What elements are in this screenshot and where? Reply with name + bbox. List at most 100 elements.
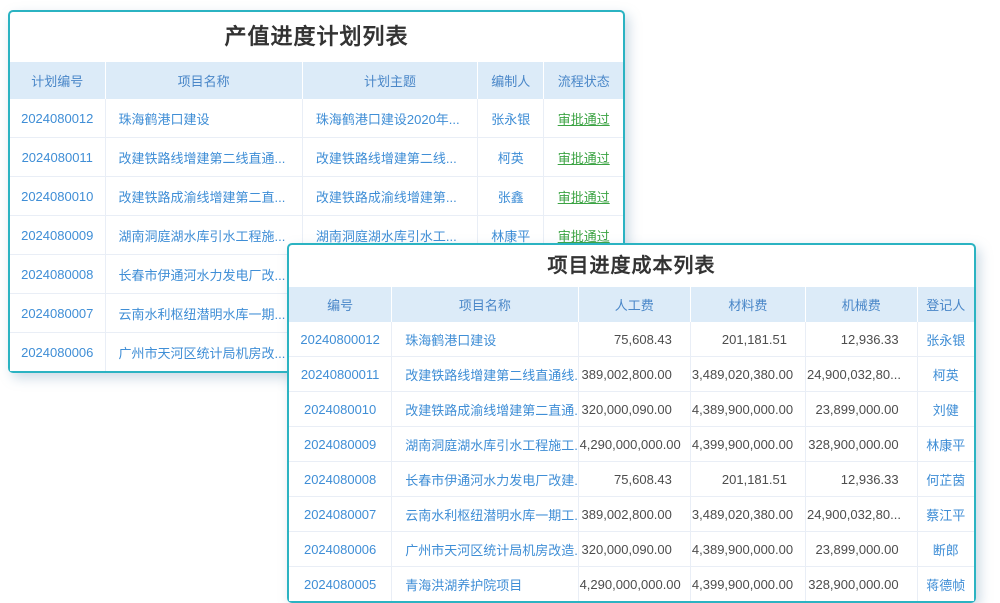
material-cost-cell: 4,389,900,000.00 [690, 532, 805, 567]
material-cost-cell: 201,181.51 [690, 322, 805, 357]
plan-id-cell[interactable]: 2024080012 [10, 99, 105, 138]
project-name-cell[interactable]: 云南水利枢纽潜明水库一期工... [392, 497, 578, 532]
project-name-cell[interactable]: 珠海鹤港口建设 [105, 99, 302, 138]
cost-id-cell[interactable]: 2024080006 [289, 532, 392, 567]
plan-subject-cell[interactable]: 改建铁路线增建第二线... [302, 138, 477, 177]
table-row: 20240800012珠海鹤港口建设75,608.43201,181.5112,… [289, 322, 974, 357]
labor-cost-cell: 4,290,000,000.00 [578, 567, 690, 602]
project-name-cell[interactable]: 青海洪湖养护院项目 [392, 567, 578, 602]
machine-cost-cell: 23,899,000.00 [805, 392, 917, 427]
table-row: 2024080010改建铁路成渝线增建第二直通...320,000,090.00… [289, 392, 974, 427]
registrant-cell: 林康平 [917, 427, 974, 462]
project-name-cell[interactable]: 云南水利枢纽潜明水库一期... [105, 294, 302, 333]
machine-cost-cell: 328,900,000.00 [805, 427, 917, 462]
cost-id-cell[interactable]: 20240800011 [289, 357, 392, 392]
labor-cost-header: 人工费 [578, 287, 690, 322]
machine-cost-cell: 328,900,000.00 [805, 567, 917, 602]
labor-cost-cell: 75,608.43 [578, 322, 690, 357]
compiler-header: 编制人 [478, 62, 544, 99]
machine-cost-header: 机械费 [805, 287, 917, 322]
header-row: 计划编号项目名称计划主题编制人流程状态 [10, 62, 623, 99]
table-row: 2024080011改建铁路线增建第二线直通...改建铁路线增建第二线...柯英… [10, 138, 623, 177]
project-name-cell[interactable]: 改建铁路线增建第二线直通线... [392, 357, 578, 392]
cost-id-cell[interactable]: 2024080010 [289, 392, 392, 427]
cost-id-cell[interactable]: 20240800012 [289, 322, 392, 357]
table-row: 2024080008长春市伊通河水力发电厂改建...75,608.43201,1… [289, 462, 974, 497]
registrant-cell: 柯英 [917, 357, 974, 392]
registrant-cell: 蒋德帧 [917, 567, 974, 602]
table-row: 2024080007云南水利枢纽潜明水库一期工...389,002,800.00… [289, 497, 974, 532]
cost-list-table: 编号项目名称人工费材料费机械费登记人20240800012珠海鹤港口建设75,6… [289, 287, 974, 601]
plan-id-cell[interactable]: 2024080008 [10, 255, 105, 294]
cost-id-cell[interactable]: 2024080009 [289, 427, 392, 462]
material-cost-cell: 201,181.51 [690, 462, 805, 497]
table-row: 2024080006广州市天河区统计局机房改造...320,000,090.00… [289, 532, 974, 567]
flow-status-cell[interactable]: 审批通过 [544, 99, 623, 138]
machine-cost-cell: 24,900,032,80... [805, 497, 917, 532]
material-cost-cell: 3,489,020,380.00 [690, 357, 805, 392]
labor-cost-cell: 320,000,090.00 [578, 532, 690, 567]
flow-status-cell[interactable]: 审批通过 [544, 138, 623, 177]
project-name-cell[interactable]: 改建铁路线增建第二线直通... [105, 138, 302, 177]
table-row: 20240800011改建铁路线增建第二线直通线...389,002,800.0… [289, 357, 974, 392]
cost-id-cell[interactable]: 2024080008 [289, 462, 392, 497]
plan-id-cell[interactable]: 2024080009 [10, 216, 105, 255]
labor-cost-cell: 75,608.43 [578, 462, 690, 497]
material-cost-cell: 4,389,900,000.00 [690, 392, 805, 427]
labor-cost-cell: 389,002,800.00 [578, 497, 690, 532]
plan-subject-header: 计划主题 [302, 62, 477, 99]
project-name-cell[interactable]: 珠海鹤港口建设 [392, 322, 578, 357]
plan-id-cell[interactable]: 2024080010 [10, 177, 105, 216]
cost-id-cell[interactable]: 2024080007 [289, 497, 392, 532]
project-progress-cost-list-card: 项目进度成本列表 编号项目名称人工费材料费机械费登记人20240800012珠海… [287, 243, 976, 603]
plan-id-cell[interactable]: 2024080006 [10, 333, 105, 372]
project-name-cell[interactable]: 改建铁路成渝线增建第二直... [105, 177, 302, 216]
plan-id-header: 计划编号 [10, 62, 105, 99]
plan-subject-cell[interactable]: 改建铁路成渝线增建第... [302, 177, 477, 216]
cost-id-header: 编号 [289, 287, 392, 322]
header-row: 编号项目名称人工费材料费机械费登记人 [289, 287, 974, 322]
compiler-cell: 柯英 [478, 138, 544, 177]
material-cost-header: 材料费 [690, 287, 805, 322]
plan-id-cell[interactable]: 2024080007 [10, 294, 105, 333]
project-name-cell[interactable]: 广州市天河区统计局机房改... [105, 333, 302, 372]
flow-status-header: 流程状态 [544, 62, 623, 99]
table-row: 2024080009湖南洞庭湖水库引水工程施工...4,290,000,000.… [289, 427, 974, 462]
machine-cost-cell: 12,936.33 [805, 462, 917, 497]
table-row: 2024080010改建铁路成渝线增建第二直...改建铁路成渝线增建第...张鑫… [10, 177, 623, 216]
registrant-cell: 何芷茵 [917, 462, 974, 497]
labor-cost-cell: 320,000,090.00 [578, 392, 690, 427]
flow-status-cell[interactable]: 审批通过 [544, 177, 623, 216]
project-name-cell[interactable]: 广州市天河区统计局机房改造... [392, 532, 578, 567]
project-name-cell[interactable]: 改建铁路成渝线增建第二直通... [392, 392, 578, 427]
labor-cost-cell: 4,290,000,000.00 [578, 427, 690, 462]
material-cost-cell: 4,399,900,000.00 [690, 567, 805, 602]
machine-cost-cell: 24,900,032,80... [805, 357, 917, 392]
registrant-header: 登记人 [917, 287, 974, 322]
cost-id-cell[interactable]: 2024080005 [289, 567, 392, 602]
plan-list-title: 产值进度计划列表 [10, 12, 623, 62]
table-row: 2024080005青海洪湖养护院项目4,290,000,000.004,399… [289, 567, 974, 602]
cost-list-title: 项目进度成本列表 [289, 245, 974, 287]
project-name-header: 项目名称 [105, 62, 302, 99]
material-cost-cell: 3,489,020,380.00 [690, 497, 805, 532]
registrant-cell: 断郎 [917, 532, 974, 567]
project-name-cell[interactable]: 长春市伊通河水力发电厂改... [105, 255, 302, 294]
page: { "colors": { "accent_border": "#2bb3c2"… [0, 0, 1000, 600]
project-name-cell[interactable]: 长春市伊通河水力发电厂改建... [392, 462, 578, 497]
plan-id-cell[interactable]: 2024080011 [10, 138, 105, 177]
compiler-cell: 张鑫 [478, 177, 544, 216]
registrant-cell: 刘健 [917, 392, 974, 427]
plan-subject-cell[interactable]: 珠海鹤港口建设2020年... [302, 99, 477, 138]
machine-cost-cell: 12,936.33 [805, 322, 917, 357]
material-cost-cell: 4,399,900,000.00 [690, 427, 805, 462]
project-name-header: 项目名称 [392, 287, 578, 322]
labor-cost-cell: 389,002,800.00 [578, 357, 690, 392]
registrant-cell: 蔡江平 [917, 497, 974, 532]
project-name-cell[interactable]: 湖南洞庭湖水库引水工程施工... [392, 427, 578, 462]
registrant-cell: 张永银 [917, 322, 974, 357]
table-row: 2024080012珠海鹤港口建设珠海鹤港口建设2020年...张永银审批通过 [10, 99, 623, 138]
project-name-cell[interactable]: 湖南洞庭湖水库引水工程施... [105, 216, 302, 255]
machine-cost-cell: 23,899,000.00 [805, 532, 917, 567]
compiler-cell: 张永银 [478, 99, 544, 138]
